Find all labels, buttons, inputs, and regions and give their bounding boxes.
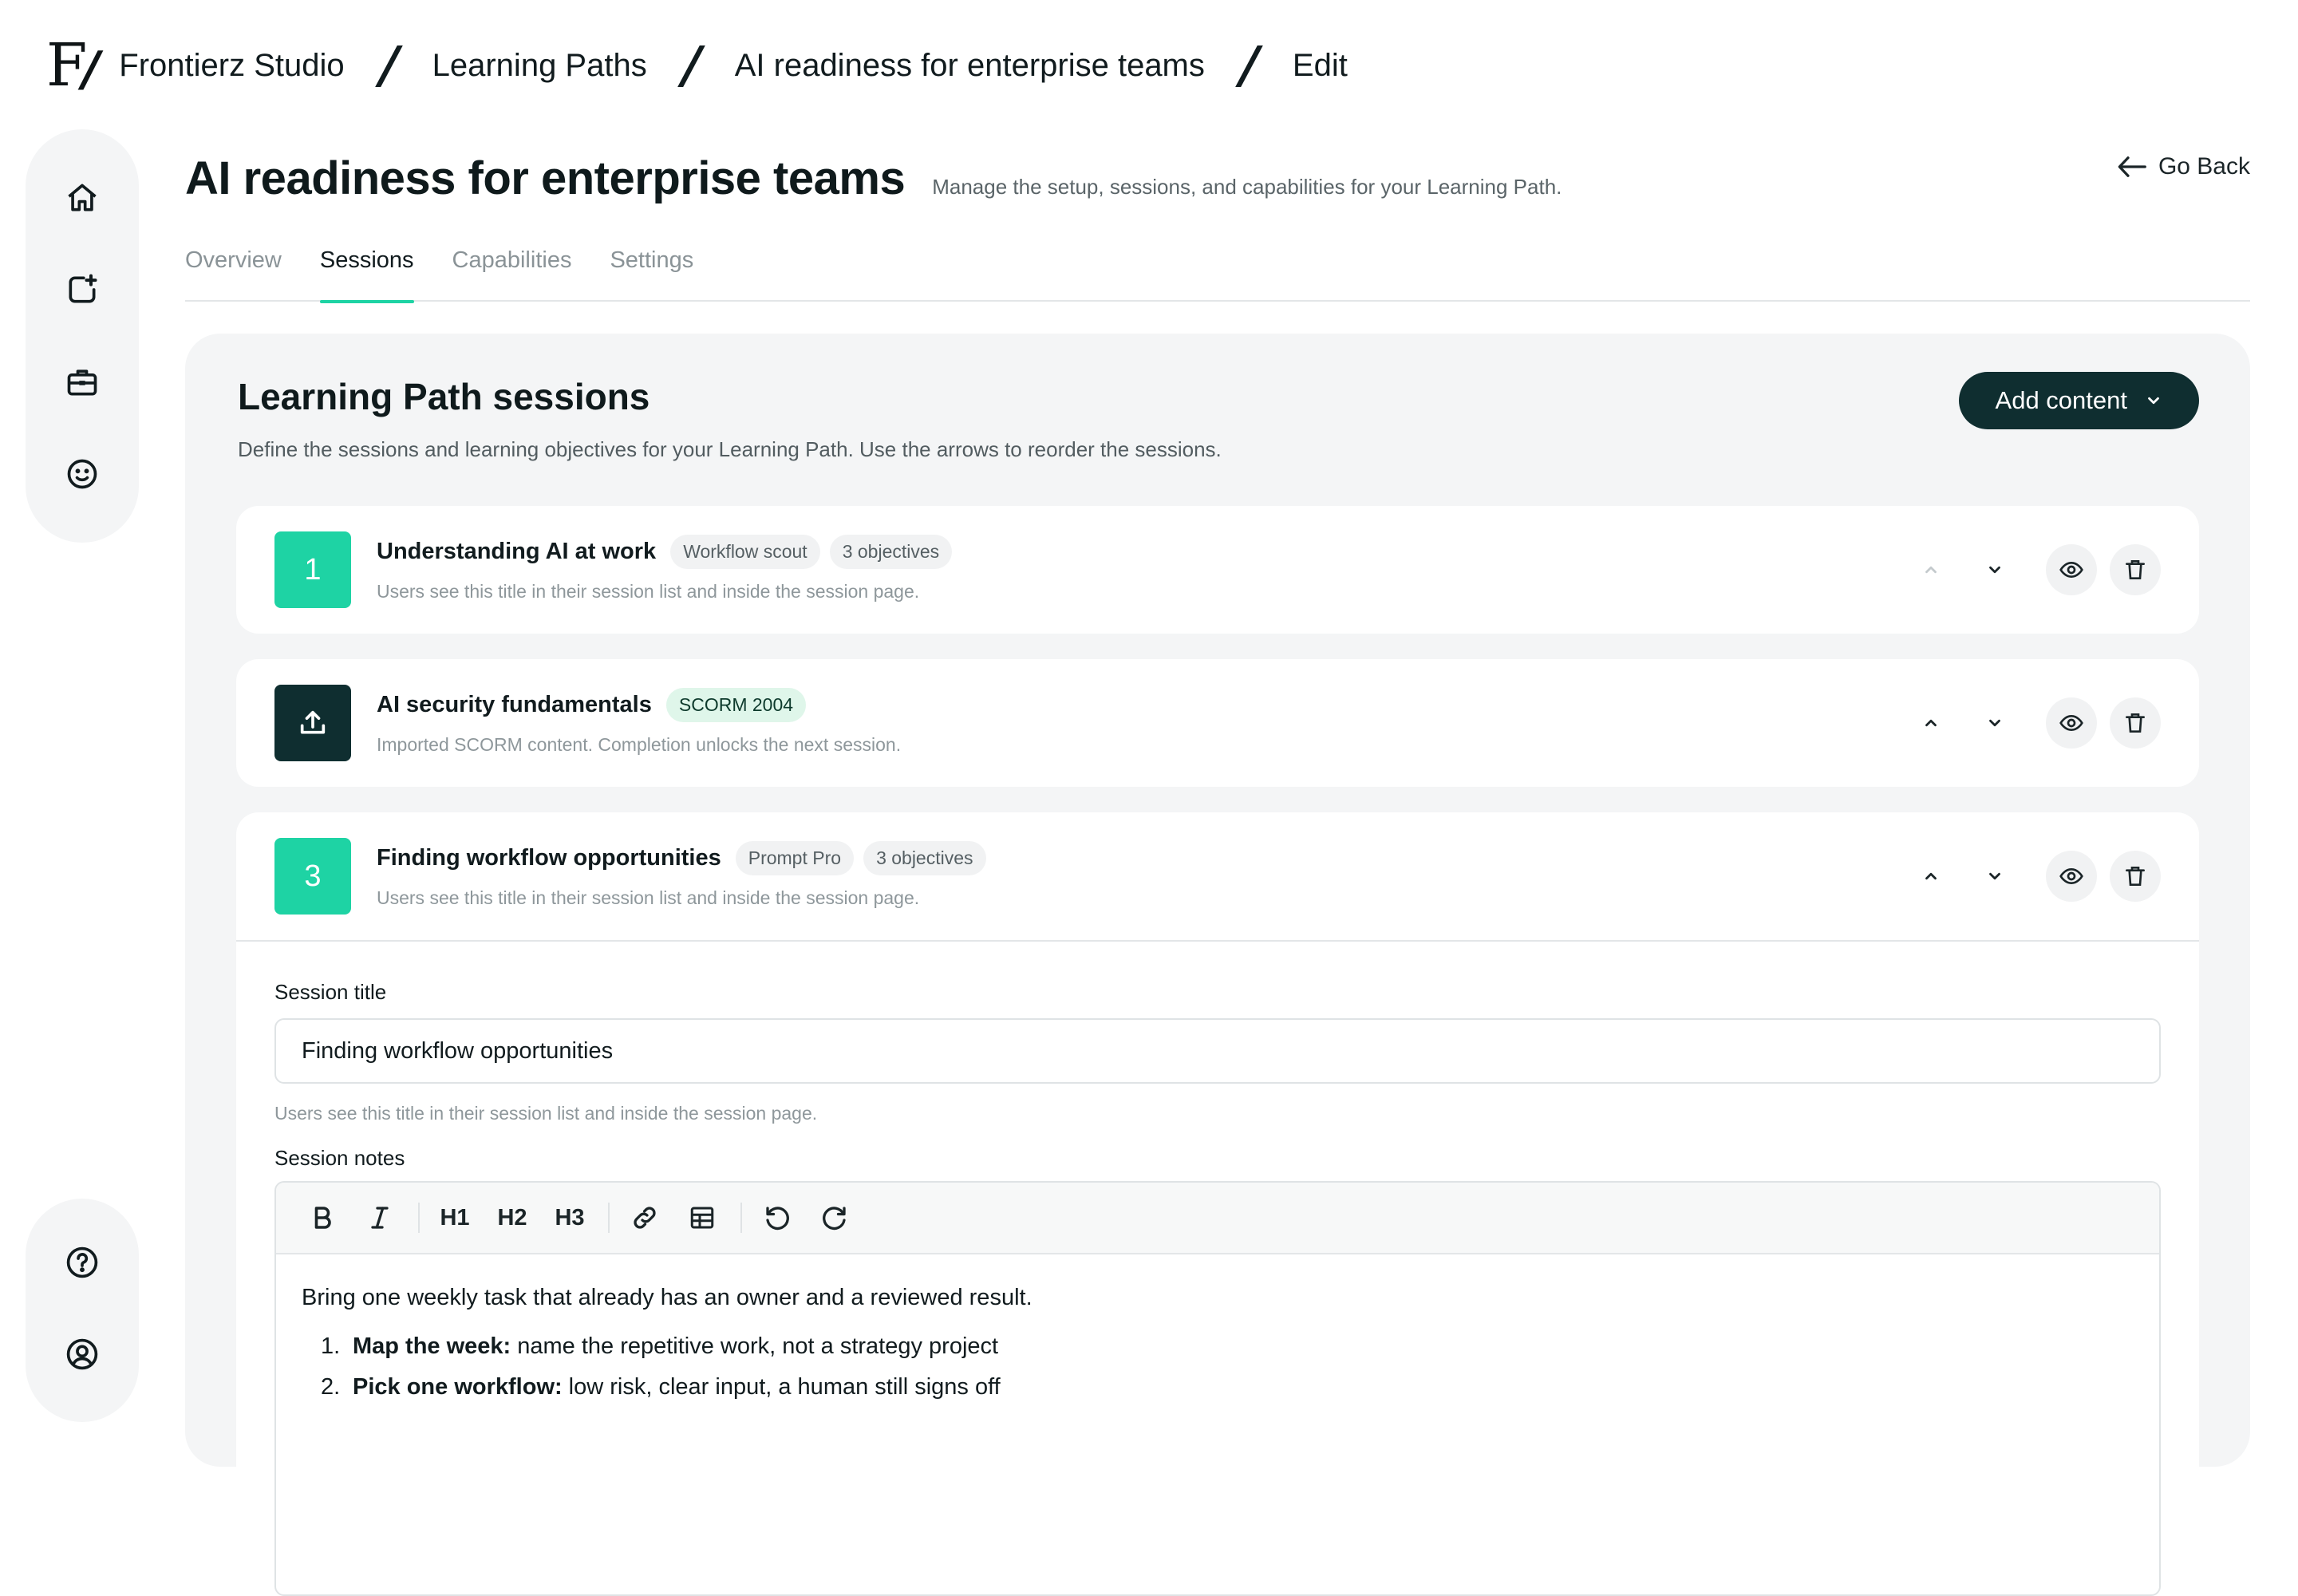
heading-3-button[interactable]: H3	[547, 1195, 592, 1240]
trash-icon[interactable]	[2110, 544, 2161, 595]
panel-title: Learning Path sessions	[238, 376, 650, 417]
session-help: Users see this title in their session li…	[377, 887, 920, 908]
toolbar-separator	[608, 1203, 610, 1233]
breadcrumb-separator	[1242, 45, 1256, 85]
briefcase-icon[interactable]	[57, 358, 108, 406]
list-item-heading: Map the week:	[353, 1333, 511, 1359]
table-icon[interactable]	[680, 1195, 725, 1240]
italic-icon[interactable]	[357, 1195, 402, 1240]
sidebar-top	[26, 129, 139, 543]
chevron-down-icon[interactable]	[1969, 544, 2020, 595]
chevron-down-icon	[2148, 397, 2159, 405]
go-back-button[interactable]: Go Back	[2117, 153, 2250, 180]
eye-icon[interactable]	[2046, 851, 2097, 902]
objectives-count: 3 objectives	[863, 841, 986, 875]
smiley-icon[interactable]	[57, 451, 108, 499]
list-item: 2. Pick one workflow: low risk, clear in…	[321, 1374, 2134, 1400]
heading-1-button[interactable]: H1	[432, 1195, 477, 1240]
list-number: 1.	[321, 1333, 341, 1359]
list-number: 2.	[321, 1374, 341, 1400]
session-card[interactable]: 1 Understanding AI at work Workflow scou…	[236, 506, 2199, 634]
session-card[interactable]: AI security fundamentals SCORM 2004 Impo…	[236, 659, 2199, 787]
session-title-input[interactable]	[274, 1018, 2161, 1084]
list-item-text: name the repetitive work, not a strategy…	[517, 1333, 999, 1359]
session-title-label: Session title	[274, 980, 387, 1004]
session-notes-label: Session notes	[274, 1146, 405, 1170]
home-icon[interactable]	[57, 174, 108, 222]
breadcrumb-item-path[interactable]: AI readiness for enterprise teams	[735, 48, 1205, 84]
eye-icon[interactable]	[2046, 697, 2097, 749]
go-back-label: Go Back	[2158, 153, 2250, 180]
chevron-up-icon	[1905, 544, 1956, 595]
chevron-up-icon[interactable]	[1905, 851, 1956, 902]
tab-capabilities[interactable]: Capabilities	[452, 241, 572, 302]
add-content-button[interactable]: Add content	[1958, 372, 2199, 429]
breadcrumb: F / Frontierz Studio Learning Paths AI re…	[46, 27, 1348, 104]
divider	[236, 940, 2199, 942]
editor-toolbar: H1 H2 H3	[276, 1183, 2159, 1254]
page-header: AI readiness for enterprise teams Manage…	[185, 152, 1562, 205]
breadcrumb-item-studio[interactable]: Frontierz Studio	[119, 48, 344, 84]
add-content-label: Add content	[1995, 386, 2127, 414]
heading-2-button[interactable]: H2	[490, 1195, 535, 1240]
bold-icon[interactable]	[300, 1195, 345, 1240]
breadcrumb-item-learning-paths[interactable]: Learning Paths	[432, 48, 647, 84]
scorm-badge: SCORM 2004	[665, 688, 807, 722]
list-item-heading: Pick one workflow:	[353, 1374, 563, 1400]
session-title: AI security fundamentals	[377, 692, 652, 717]
session-tag: Prompt Pro	[735, 841, 855, 875]
session-number: 1	[274, 531, 351, 608]
tab-settings[interactable]: Settings	[610, 241, 693, 302]
trash-icon[interactable]	[2110, 697, 2161, 749]
sessions-panel: Learning Path sessions Define the sessio…	[185, 334, 2250, 1596]
chevron-down-icon[interactable]	[1969, 697, 2020, 749]
link-icon[interactable]	[622, 1195, 667, 1240]
chevron-up-icon[interactable]	[1905, 697, 1956, 749]
session-tag: Workflow scout	[670, 535, 820, 569]
arrow-left-icon	[2118, 156, 2146, 177]
breadcrumb-separator	[684, 45, 698, 85]
new-session-icon[interactable]	[57, 267, 108, 314]
trash-icon[interactable]	[2110, 851, 2161, 902]
toolbar-separator	[418, 1203, 420, 1233]
list-item-text: low risk, clear input, a human still sig…	[568, 1374, 1001, 1400]
page-subtitle: Manage the setup, sessions, and capabili…	[932, 175, 1562, 199]
session-help: Users see this title in their session li…	[377, 581, 920, 602]
tab-bar: Overview Sessions Capabilities Settings	[185, 241, 2250, 303]
session-title: Finding workflow opportunities	[377, 845, 721, 871]
eye-icon[interactable]	[2046, 544, 2097, 595]
brand-logo[interactable]: F /	[46, 36, 100, 95]
user-profile-icon[interactable]	[57, 1330, 108, 1377]
objectives-count: 3 objectives	[829, 535, 953, 569]
session-card-expanded[interactable]: 3 Finding workflow opportunities Prompt …	[236, 812, 2199, 1596]
editor-content[interactable]: Bring one weekly task that already has a…	[276, 1254, 2159, 1445]
list-item: 1. Map the week: name the repetitive wor…	[321, 1333, 2134, 1360]
breadcrumb-item-edit: Edit	[1292, 47, 1348, 83]
tab-sessions[interactable]: Sessions	[319, 241, 414, 303]
toolbar-separator	[740, 1203, 742, 1233]
session-help: Imported SCORM content. Completion unloc…	[377, 734, 902, 755]
page-title: AI readiness for enterprise teams	[185, 152, 906, 204]
session-title: Understanding AI at work	[377, 539, 657, 564]
notes-intro: Bring one weekly task that already has a…	[302, 1285, 1033, 1310]
redo-icon[interactable]	[812, 1195, 857, 1240]
sidebar-bottom	[26, 1199, 139, 1422]
undo-icon[interactable]	[755, 1195, 800, 1240]
notes-list: 1. Map the week: name the repetitive wor…	[302, 1333, 2134, 1400]
help-icon[interactable]	[57, 1238, 108, 1286]
session-title-help: Users see this title in their session li…	[274, 1103, 818, 1124]
upload-icon	[274, 685, 351, 761]
tab-overview[interactable]: Overview	[185, 241, 282, 302]
breadcrumb-separator	[381, 45, 396, 85]
chevron-down-icon[interactable]	[1969, 851, 2020, 902]
session-number: 3	[274, 838, 351, 915]
panel-description: Define the sessions and learning objecti…	[238, 437, 1222, 461]
session-notes-editor[interactable]: H1 H2 H3 Bring one weekly task that alre…	[274, 1181, 2161, 1596]
